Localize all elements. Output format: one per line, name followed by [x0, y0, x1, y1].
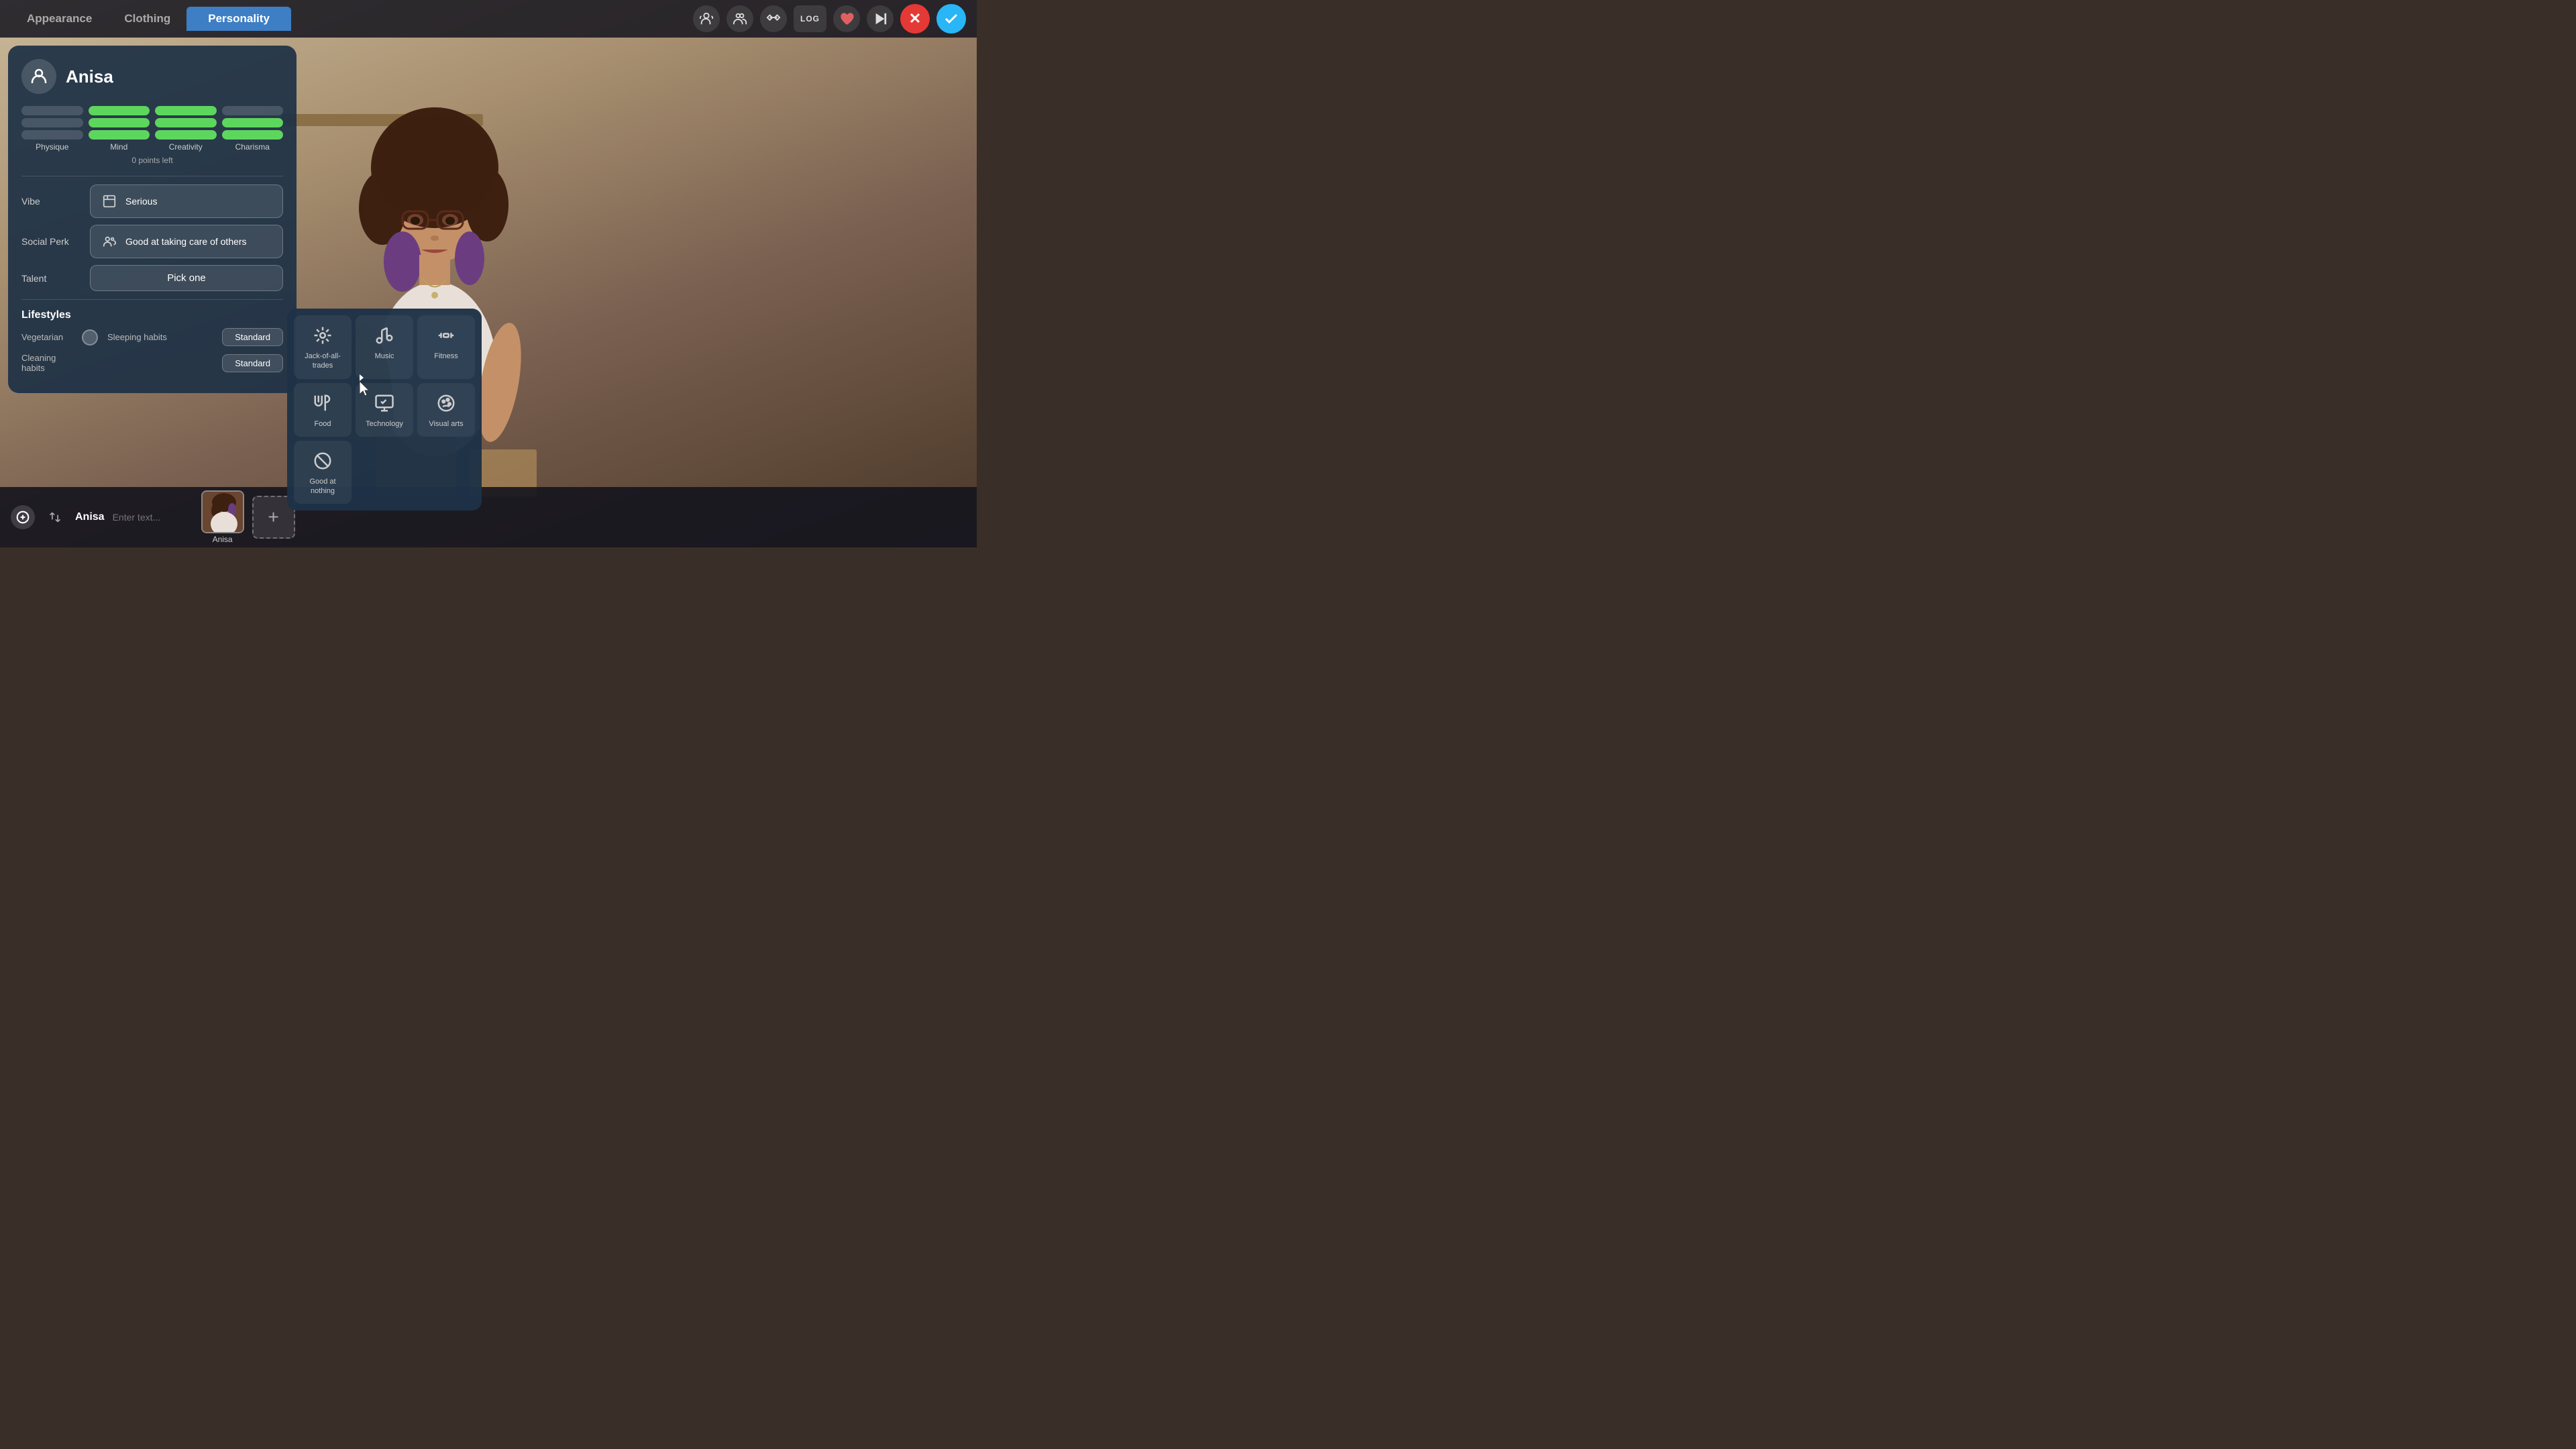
- cleaning-row: Cleaning habits Standard: [21, 353, 283, 373]
- avatar: [21, 59, 56, 94]
- visual-arts-label: Visual arts: [429, 419, 463, 429]
- mind-bar-3[interactable]: [89, 130, 150, 140]
- fitness-label: Fitness: [434, 352, 458, 361]
- talent-item-good-at-nothing[interactable]: Good at nothing: [294, 441, 352, 504]
- mind-label: Mind: [89, 142, 150, 152]
- creativity-bar-2[interactable]: [155, 118, 217, 127]
- log-icon[interactable]: LOG: [794, 5, 826, 32]
- heart-icon[interactable]: [833, 5, 860, 32]
- physique-bar-1: [21, 106, 83, 115]
- add-char-plus-icon: +: [268, 506, 278, 528]
- mind-bar-2[interactable]: [89, 118, 150, 127]
- visual-arts-icon: [434, 391, 458, 415]
- talent-item-fitness[interactable]: Fitness: [417, 315, 475, 379]
- personality-panel: Anisa Physique Mind Creativity: [8, 46, 297, 393]
- creativity-label: Creativity: [155, 142, 217, 152]
- vegetarian-label: Vegetarian: [21, 332, 75, 342]
- stat-mind: Mind: [89, 106, 150, 152]
- good-at-nothing-icon: [311, 449, 335, 473]
- vibe-label: Vibe: [21, 196, 82, 207]
- food-label: Food: [314, 419, 331, 429]
- vegetarian-row: Vegetarian Sleeping habits Standard: [21, 328, 283, 346]
- active-character-group: Anisa: [201, 490, 244, 544]
- play-next-icon[interactable]: [867, 5, 894, 32]
- nav-icons-group: LOG ✕: [693, 4, 966, 34]
- character-name: Anisa: [66, 66, 113, 87]
- social-perk-button[interactable]: Good at taking care of others: [90, 225, 283, 258]
- handshake-icon[interactable]: [760, 5, 787, 32]
- cancel-button[interactable]: ✕: [900, 4, 930, 34]
- bottom-bar: Anisa Anisa +: [0, 487, 977, 547]
- food-icon: [311, 391, 335, 415]
- talent-value: Pick one: [167, 272, 206, 284]
- confirm-button[interactable]: [936, 4, 966, 34]
- bottom-text-input[interactable]: [113, 512, 193, 523]
- cleaning-habits-button[interactable]: Standard: [222, 354, 283, 372]
- talent-item-jack-of-all-trades[interactable]: Jack-of-all-trades: [294, 315, 352, 379]
- stat-creativity: Creativity: [155, 106, 217, 152]
- creativity-bar-3[interactable]: [155, 130, 217, 140]
- social-perk-icon: [100, 232, 119, 251]
- social-perk-label: Social Perk: [21, 236, 82, 247]
- talent-item-technology[interactable]: Technology: [356, 383, 413, 437]
- mind-bar-1[interactable]: [89, 106, 150, 115]
- talent-item-visual-arts[interactable]: Visual arts: [417, 383, 475, 437]
- talent-label: Talent: [21, 273, 82, 284]
- creativity-bar-1[interactable]: [155, 106, 217, 115]
- stat-charisma: Charisma: [222, 106, 284, 152]
- vibe-icon: [100, 192, 119, 211]
- lifestyles-title: Lifestyles: [21, 309, 283, 321]
- fitness-icon: [434, 323, 458, 347]
- charisma-bar-2[interactable]: [222, 118, 284, 127]
- music-icon: [372, 323, 396, 347]
- stats-grid: Physique Mind Creativity Charisma: [21, 106, 283, 152]
- physique-bar-2: [21, 118, 83, 127]
- sleeping-habits-label: Sleeping habits: [107, 332, 167, 342]
- swap-icon[interactable]: [43, 505, 67, 529]
- vibe-row: Vibe Serious: [21, 184, 283, 218]
- tab-clothing[interactable]: Clothing: [108, 7, 186, 31]
- cleaning-label: Cleaning habits: [21, 353, 75, 373]
- good-at-nothing-label: Good at nothing: [299, 477, 346, 496]
- physique-label: Physique: [21, 142, 83, 152]
- stat-physique: Physique: [21, 106, 83, 152]
- tab-appearance[interactable]: Appearance: [11, 7, 108, 31]
- active-character-thumbnail[interactable]: [201, 490, 244, 533]
- talent-button[interactable]: Pick one: [90, 265, 283, 291]
- technology-label: Technology: [366, 419, 403, 429]
- technology-icon: [372, 391, 396, 415]
- top-navigation: Appearance Clothing Personality LOG: [0, 0, 977, 38]
- vegetarian-toggle[interactable]: [82, 329, 98, 345]
- vibe-value: Serious: [125, 196, 157, 207]
- character-header: Anisa: [21, 59, 283, 94]
- social-perk-row: Social Perk Good at taking care of other…: [21, 225, 283, 258]
- talent-item-music[interactable]: Music: [356, 315, 413, 379]
- physique-bar-3: [21, 130, 83, 140]
- charisma-bar-3[interactable]: [222, 130, 284, 140]
- social-perk-value: Good at taking care of others: [125, 236, 247, 247]
- jack-of-all-trades-label: Jack-of-all-trades: [299, 352, 346, 371]
- talent-item-food[interactable]: Food: [294, 383, 352, 437]
- people-icon[interactable]: [693, 5, 720, 32]
- jack-of-all-trades-icon: [311, 323, 335, 347]
- sleeping-habits-button[interactable]: Standard: [222, 328, 283, 346]
- talent-row: Talent Pick one: [21, 265, 283, 291]
- group-icon[interactable]: [727, 5, 753, 32]
- charisma-label: Charisma: [222, 142, 284, 152]
- active-character-label: Anisa: [213, 535, 233, 544]
- talent-dropdown: Jack-of-all-trades Music Fitness: [287, 309, 482, 511]
- divider-2: [21, 299, 283, 300]
- add-character-button[interactable]: [11, 505, 35, 529]
- bottom-char-name: Anisa: [75, 511, 105, 523]
- points-left: 0 points left: [21, 156, 283, 165]
- charisma-bar-1[interactable]: [222, 106, 284, 115]
- tab-personality[interactable]: Personality: [186, 7, 291, 31]
- vibe-button[interactable]: Serious: [90, 184, 283, 218]
- music-label: Music: [375, 352, 394, 361]
